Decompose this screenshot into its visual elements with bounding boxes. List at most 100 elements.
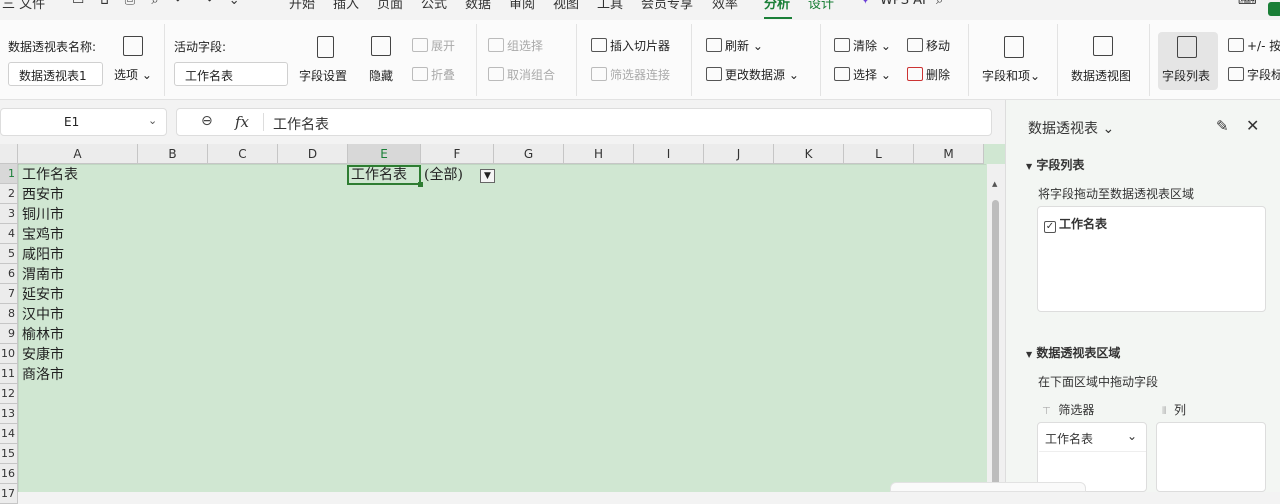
delete-button[interactable]: 删除 [907,66,950,83]
column-header-g[interactable]: G [494,144,564,164]
tab-member[interactable]: 会员专享 [641,0,693,12]
change-source-button[interactable]: 更改数据源 ⌄ [706,66,799,83]
column-header-b[interactable]: B [138,144,208,164]
row-header-2[interactable]: 2 [0,184,18,204]
column-header-l[interactable]: L [844,144,914,164]
cell-f1[interactable]: (全部) [424,165,463,185]
cell-a8[interactable]: 汉中市 [22,305,64,325]
fill-handle[interactable] [418,182,423,187]
expand-button[interactable]: 展开 [412,37,455,54]
name-box[interactable]: E1 [0,108,167,136]
group-select-button[interactable]: 组选择 [488,37,543,54]
field-list-section[interactable]: ▼ 字段列表 [1026,156,1084,173]
column-area-box[interactable] [1156,422,1266,492]
ungroup-button[interactable]: 取消组合 [488,66,555,83]
cell-a4[interactable]: 宝鸡市 [22,225,64,245]
hide-button[interactable]: 隐藏 [369,67,393,84]
filter-connection-button[interactable]: 筛选器连接 [591,66,670,83]
collapse-button[interactable]: 折叠 [412,66,455,83]
column-header-c[interactable]: C [208,144,278,164]
filter-field-chip[interactable]: 工作名表 ⌄ [1039,424,1146,452]
cell-a10[interactable]: 安康市 [22,345,64,365]
tab-view[interactable]: 视图 [553,0,579,12]
tab-design[interactable]: 设计 [808,0,834,12]
select-all-corner[interactable] [0,144,18,164]
row-header-10[interactable]: 10 [0,344,18,364]
select-button[interactable]: 选择 ⌄ [834,66,891,83]
panel-title-button[interactable]: 数据透视表 ⌄ [1028,118,1114,138]
field-list-icon[interactable] [1177,36,1197,58]
hide-icon[interactable] [371,36,391,56]
row-header-3[interactable]: 3 [0,204,18,224]
scroll-up-icon[interactable]: ▲ [992,180,997,188]
row-header-17[interactable]: 17 [0,484,18,504]
pivot-chart-icon[interactable] [1093,36,1113,56]
row-header-4[interactable]: 4 [0,224,18,244]
refresh-button[interactable]: 刷新 ⌄ [706,37,763,54]
tab-page[interactable]: 页面 [377,0,403,12]
clear-button[interactable]: 清除 ⌄ [834,37,891,54]
close-icon[interactable]: ✕ [1246,116,1259,135]
tab-review[interactable]: 审阅 [509,0,535,12]
pin-icon[interactable]: ✎ [1216,117,1229,135]
cell-a9[interactable]: 榆林市 [22,325,64,345]
column-header-e[interactable]: E [348,144,421,164]
tab-data[interactable]: 数据 [465,0,491,12]
spreadsheet-grid[interactable]: ABCDEFGHIJKLM 1 2 3 4 5 6 7 8 9 10 11 12 13 14 15 16 17 … [0,144,1005,504]
pivot-table-icon[interactable] [123,36,143,56]
fields-items-icon[interactable] [1004,36,1024,58]
row-header-1[interactable]: 1 [0,164,18,184]
chat-icon[interactable]: ⌨ [1238,0,1257,8]
row-header-8[interactable]: 8 [0,304,18,324]
search-icon[interactable]: ⌕ [936,0,943,8]
cell-e1[interactable]: 工作名表 [351,165,407,185]
field-list-button[interactable]: 字段列表 [1162,67,1210,84]
tab-analyze[interactable]: 分析 [764,0,790,12]
column-header-d[interactable]: D [278,144,348,164]
zoom-icon[interactable]: ⊖ [201,113,213,129]
vertical-scrollbar[interactable]: ▲ [987,164,1005,492]
tab-wps-ai[interactable]: WPS AI [880,0,926,8]
cell-a1[interactable]: 工作名表 [22,165,78,185]
row-header-16[interactable]: 16 [0,464,18,484]
column-header-a[interactable]: A [18,144,138,164]
field-header-button[interactable]: 字段标 [1228,66,1280,83]
cell-a2[interactable]: 西安市 [22,185,64,205]
cell-a11[interactable]: 商洛市 [22,365,64,385]
row-header-9[interactable]: 9 [0,324,18,344]
quick-access-icons[interactable]: ▭ ⌂ ⎙ ⌕ ↶ ↷ ⌄ [72,0,246,8]
chevron-down-icon[interactable]: ⌄ [148,114,157,127]
column-header-m[interactable]: M [914,144,984,164]
column-header-h[interactable]: H [564,144,634,164]
row-header-6[interactable]: 6 [0,264,18,284]
cell-a3[interactable]: 铜川市 [22,205,64,225]
tab-insert[interactable]: 插入 [333,0,359,12]
column-header-i[interactable]: I [634,144,704,164]
row-header-7[interactable]: 7 [0,284,18,304]
move-button[interactable]: 移动 [907,37,950,54]
field-item[interactable]: ✓ 工作名表 [1044,215,1107,233]
row-header-5[interactable]: 5 [0,244,18,264]
fx-icon[interactable]: fx [235,113,249,131]
filter-dropdown-icon[interactable]: ▼ [480,169,495,183]
pivot-name-input[interactable]: 数据透视表1 [8,62,103,86]
plus-minus-button[interactable]: +/- 按 [1228,37,1280,54]
row-header-13[interactable]: 13 [0,404,18,424]
fields-items-button[interactable]: 字段和项⌄ [982,67,1040,84]
account-icon[interactable] [1268,2,1280,16]
field-settings-icon[interactable] [317,36,334,58]
scroll-thumb[interactable] [992,200,999,492]
field-settings-button[interactable]: 字段设置 [299,67,347,84]
cell-a5[interactable]: 咸阳市 [22,245,64,265]
row-header-14[interactable]: 14 [0,424,18,444]
column-header-k[interactable]: K [774,144,844,164]
tab-formula[interactable]: 公式 [421,0,447,12]
pivot-chart-button[interactable]: 数据透视图 [1071,67,1131,84]
column-header-j[interactable]: J [704,144,774,164]
insert-slicer-button[interactable]: 插入切片器 [591,37,670,54]
cell-a7[interactable]: 延安市 [22,285,64,305]
row-header-12[interactable]: 12 [0,384,18,404]
tab-file[interactable]: 三 文件 [2,0,45,12]
options-button[interactable]: 选项 ⌄ [114,66,152,83]
active-field-input[interactable]: 工作名表 [174,62,288,86]
